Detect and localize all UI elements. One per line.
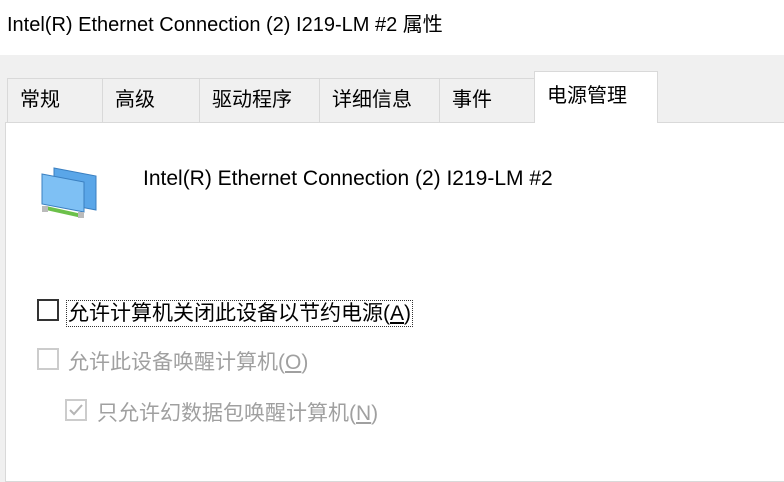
accelerator-key: A — [390, 302, 405, 325]
magic-packet-only-label[interactable]: 只允许幻数据包唤醒计算机(N) — [97, 397, 378, 427]
tab-driver[interactable]: 驱动程序 — [199, 78, 320, 122]
allow-power-off-checkbox[interactable] — [37, 299, 59, 321]
device-name: Intel(R) Ethernet Connection (2) I219-LM… — [143, 167, 553, 190]
network-adapter-icon — [41, 167, 97, 218]
tab-details[interactable]: 详细信息 — [319, 78, 440, 122]
window-title: Intel(R) Ethernet Connection (2) I219-LM… — [7, 14, 443, 36]
allow-wake-checkbox[interactable] — [37, 348, 59, 370]
tab-power-management[interactable]: 电源管理 — [534, 71, 658, 123]
allow-wake-label[interactable]: 允许此设备唤醒计算机(O) — [68, 346, 308, 376]
option-text: 允许此设备唤醒计算机 — [68, 351, 278, 374]
accelerator-key: N — [356, 402, 372, 425]
allow-power-off-label[interactable]: 允许计算机关闭此设备以节约电源(A) — [65, 297, 414, 327]
magic-packet-only-checkbox[interactable] — [65, 399, 87, 421]
option-text: 允许计算机关闭此设备以节约电源 — [68, 302, 383, 325]
checkmark-icon — [69, 404, 83, 416]
tab-general[interactable]: 常规 — [7, 78, 103, 122]
tab-advanced[interactable]: 高级 — [102, 78, 200, 122]
accelerator-key: O — [285, 351, 302, 374]
tab-events[interactable]: 事件 — [439, 78, 535, 122]
option-text: 只允许幻数据包唤醒计算机 — [97, 402, 349, 425]
